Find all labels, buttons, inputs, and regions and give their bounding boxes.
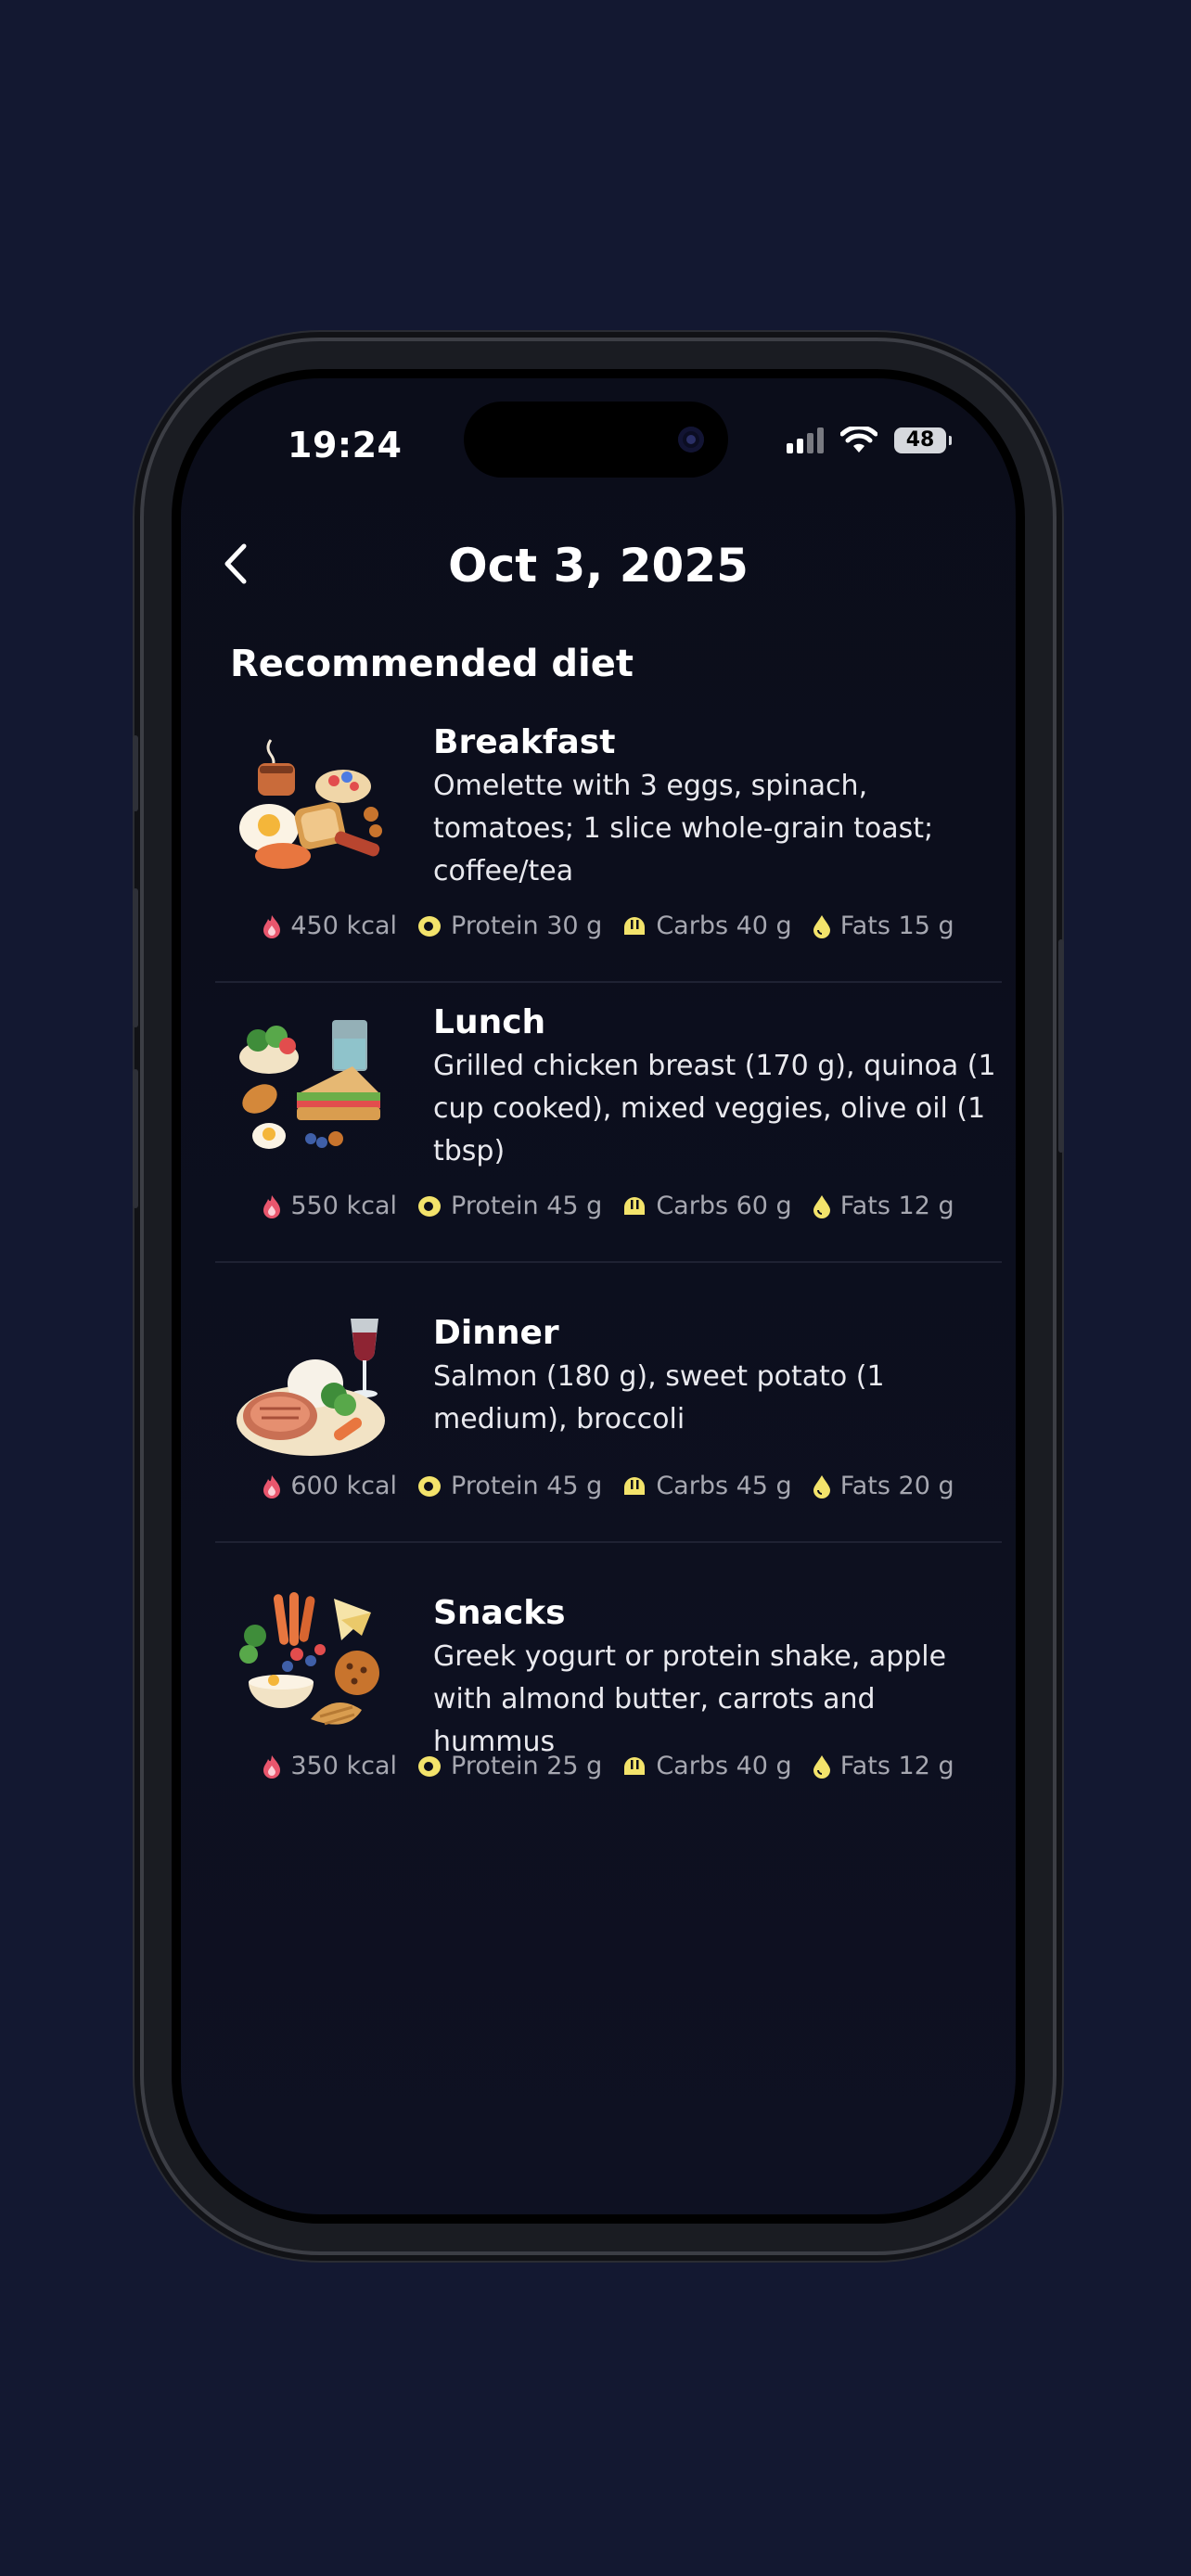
egg-icon — [418, 1755, 442, 1777]
protein-value: Protein 30 g — [451, 912, 603, 940]
volume-down-button — [133, 1069, 138, 1208]
camera-icon — [678, 427, 704, 453]
phone-frame: 19:24 48 Oct 3, 2025 Recommended diet Br… — [133, 341, 1064, 2251]
carbs-value: Carbs 45 g — [656, 1472, 792, 1500]
meal-card-breakfast[interactable]: Breakfast Omelette with 3 eggs, spinach,… — [215, 703, 1002, 983]
meal-card-snacks[interactable]: Snacks Greek yogurt or protein shake, ap… — [215, 1543, 1002, 1821]
action-button — [133, 735, 138, 811]
carbs-stat: Carbs 45 g — [622, 1472, 792, 1500]
bread-icon — [624, 1476, 646, 1495]
meal-card-dinner[interactable]: Dinner Salmon (180 g), sweet potato (1 m… — [215, 1263, 1002, 1543]
protein-stat: Protein 45 g — [417, 1472, 602, 1500]
status-icons: 48 — [787, 427, 952, 454]
egg-icon — [418, 1475, 442, 1497]
meal-description: Omelette with 3 eggs, spinach, tomatoes;… — [433, 770, 934, 887]
protein-stat: Protein 45 g — [417, 1192, 602, 1220]
egg-icon — [418, 1195, 442, 1217]
egg-icon — [418, 915, 442, 937]
kcal-value: 350 kcal — [290, 1752, 398, 1780]
kcal-value: 600 kcal — [290, 1472, 398, 1500]
bread-icon — [624, 1756, 646, 1775]
meal-description: Greek yogurt or protein shake, apple wit… — [433, 1640, 947, 1758]
carbs-value: Carbs 40 g — [656, 912, 792, 940]
carbs-stat: Carbs 60 g — [622, 1192, 792, 1220]
carbs-stat: Carbs 40 g — [622, 912, 792, 940]
snacks-illustration — [239, 1592, 379, 1726]
carbs-value: Carbs 40 g — [656, 1752, 792, 1780]
macro-row: 350 kcal Protein 25 g Carbs 40 g Fats 12… — [215, 1752, 1002, 1780]
carbs-stat: Carbs 40 g — [622, 1752, 792, 1780]
kcal-stat: 350 kcal — [263, 1752, 397, 1780]
drop-icon — [813, 1194, 830, 1218]
macro-row: 450 kcal Protein 30 g Carbs 40 g Fats 15… — [215, 912, 1002, 940]
fats-stat: Fats 20 g — [813, 1472, 954, 1500]
page-title: Oct 3, 2025 — [448, 539, 749, 593]
carbs-value: Carbs 60 g — [656, 1192, 792, 1220]
breakfast-illustration — [239, 739, 382, 869]
fats-stat: Fats 15 g — [813, 912, 954, 940]
dinner-illustration — [237, 1319, 385, 1456]
bread-icon — [624, 1196, 646, 1215]
drop-icon — [813, 1754, 830, 1779]
fats-value: Fats 12 g — [839, 1192, 954, 1220]
kcal-stat: 550 kcal — [263, 1192, 397, 1220]
meal-name: Snacks — [433, 1594, 566, 1632]
screen: 19:24 48 Oct 3, 2025 Recommended diet Br… — [172, 369, 1025, 2224]
meal-description: Grilled chicken breast (170 g), quinoa (… — [433, 1050, 996, 1167]
meal-description: Salmon (180 g), sweet potato (1 medium),… — [433, 1360, 885, 1435]
wifi-icon — [840, 427, 877, 453]
kcal-value: 450 kcal — [290, 912, 398, 940]
battery-indicator: 48 — [894, 427, 952, 453]
flame-icon — [263, 1194, 281, 1218]
flame-icon — [263, 1474, 281, 1498]
fats-value: Fats 15 g — [839, 912, 954, 940]
volume-up-button — [133, 888, 138, 1027]
macro-row: 600 kcal Protein 45 g Carbs 45 g Fats 20… — [215, 1472, 1002, 1500]
protein-stat: Protein 25 g — [417, 1752, 602, 1780]
protein-stat: Protein 30 g — [417, 912, 602, 940]
fats-stat: Fats 12 g — [813, 1752, 954, 1780]
lunch-illustration — [239, 1020, 380, 1149]
app-screen: 19:24 48 Oct 3, 2025 Recommended diet Br… — [181, 378, 1016, 2214]
power-button — [1058, 939, 1064, 1153]
nav-bar: Oct 3, 2025 — [181, 531, 1016, 606]
meal-list: Breakfast Omelette with 3 eggs, spinach,… — [215, 703, 1002, 1821]
protein-value: Protein 45 g — [451, 1192, 603, 1220]
dynamic-island — [464, 402, 728, 478]
kcal-stat: 450 kcal — [263, 912, 397, 940]
meal-name: Breakfast — [433, 723, 616, 761]
fats-value: Fats 20 g — [839, 1472, 954, 1500]
meal-card-lunch[interactable]: Lunch Grilled chicken breast (170 g), qu… — [215, 983, 1002, 1263]
drop-icon — [813, 914, 830, 938]
drop-icon — [813, 1474, 830, 1498]
macro-row: 550 kcal Protein 45 g Carbs 60 g Fats 12… — [215, 1192, 1002, 1220]
protein-value: Protein 45 g — [451, 1472, 603, 1500]
flame-icon — [263, 914, 281, 938]
section-title: Recommended diet — [230, 643, 634, 685]
cellular-signal-icon — [787, 427, 824, 453]
status-bar: 19:24 48 — [181, 378, 1016, 490]
kcal-stat: 600 kcal — [263, 1472, 397, 1500]
meal-name: Lunch — [433, 1003, 546, 1041]
flame-icon — [263, 1754, 281, 1779]
fats-value: Fats 12 g — [839, 1752, 954, 1780]
bread-icon — [624, 916, 646, 935]
meal-name: Dinner — [433, 1314, 559, 1352]
kcal-value: 550 kcal — [290, 1192, 398, 1220]
fats-stat: Fats 12 g — [813, 1192, 954, 1220]
status-time: 19:24 — [288, 425, 403, 465]
protein-value: Protein 25 g — [451, 1752, 603, 1780]
